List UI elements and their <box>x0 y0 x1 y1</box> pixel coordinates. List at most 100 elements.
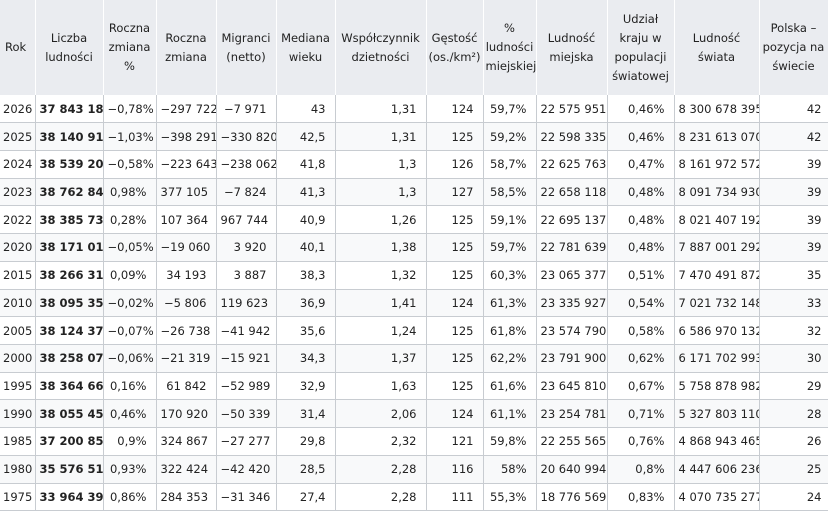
cell-fertility: 1,3 <box>335 178 427 207</box>
cell-urban-pop: 23 065 377 <box>536 261 608 290</box>
cell-median-age: 43 <box>276 95 336 124</box>
cell-urban-pct: 61,6% <box>483 372 537 401</box>
cell-yearly-change-pct: −0,58% <box>103 150 157 179</box>
cell-urban-pop: 22 598 335 <box>536 122 608 151</box>
cell-density: 125 <box>426 233 484 262</box>
cell-migrants: 3 920 <box>216 233 277 262</box>
cell-world-pop: 6 586 970 132 <box>674 316 760 345</box>
cell-population: 33 964 399 <box>35 483 104 511</box>
cell-year: 2000 <box>0 344 36 373</box>
cell-fertility: 2,28 <box>335 455 427 484</box>
cell-migrants: 3 887 <box>216 261 277 290</box>
cell-urban-pct: 58,5% <box>483 178 537 207</box>
cell-migrants: −42 420 <box>216 455 277 484</box>
cell-median-age: 40,1 <box>276 233 336 262</box>
cell-migrants: −52 989 <box>216 372 277 401</box>
cell-median-age: 36,9 <box>276 289 336 318</box>
cell-world-pop: 7 470 491 872 <box>674 261 760 290</box>
cell-population: 35 576 519 <box>35 455 104 484</box>
cell-year: 1995 <box>0 372 36 401</box>
cell-year: 1990 <box>0 399 36 429</box>
cell-population: 37 200 853 <box>35 427 104 456</box>
table-row: 199038 055 4550,46%170 920−50 33931,42,0… <box>0 399 828 429</box>
cell-density: 126 <box>426 150 484 179</box>
cell-median-age: 27,4 <box>276 483 336 511</box>
cell-median-age: 41,3 <box>276 178 336 207</box>
cell-migrants: −7 824 <box>216 178 277 207</box>
cell-median-age: 42,5 <box>276 122 336 151</box>
header-density[interactable]: Gęstość (os./km²) <box>426 0 484 95</box>
header-world-pop[interactable]: Ludność świata <box>674 0 760 95</box>
header-migrants[interactable]: Migranci (netto) <box>216 0 277 95</box>
header-rank[interactable]: Polska – pozycja na świecie <box>759 0 828 95</box>
header-yearly-change[interactable]: Roczna zmiana <box>156 0 217 95</box>
header-urban-pop[interactable]: Ludność miejska <box>536 0 608 95</box>
cell-migrants: −238 062 <box>216 150 277 179</box>
cell-urban-pop: 22 625 763 <box>536 150 608 179</box>
cell-year: 2005 <box>0 316 36 345</box>
header-population[interactable]: Liczba ludności <box>35 0 104 95</box>
cell-yearly-change-pct: 0,9% <box>103 427 157 456</box>
cell-world-pop: 8 091 734 930 <box>674 178 760 207</box>
cell-median-age: 41,8 <box>276 150 336 179</box>
cell-yearly-change: −26 738 <box>156 316 217 345</box>
cell-urban-pop: 22 781 639 <box>536 233 608 262</box>
header-fertility[interactable]: Współczynnik dzietności <box>335 0 427 95</box>
cell-density: 111 <box>426 483 484 511</box>
cell-median-age: 28,5 <box>276 455 336 484</box>
table-row: 198537 200 8530,9%324 867−27 27729,82,32… <box>0 427 828 456</box>
cell-world-pop: 5 758 878 982 <box>674 372 760 401</box>
cell-rank: 32 <box>759 316 828 345</box>
header-yearly-change-pct[interactable]: Roczna zmiana % <box>103 0 157 95</box>
cell-world-share: 0,62% <box>607 344 675 373</box>
cell-urban-pct: 59,1% <box>483 205 537 235</box>
table-row: 201038 095 351−0,02%−5 806119 62336,91,4… <box>0 289 828 318</box>
cell-world-share: 0,71% <box>607 399 675 429</box>
cell-density: 125 <box>426 122 484 151</box>
cell-yearly-change: 324 867 <box>156 427 217 456</box>
cell-world-pop: 4 447 606 236 <box>674 455 760 484</box>
header-urban-pct[interactable]: % ludności miejskiej <box>483 0 537 95</box>
cell-density: 125 <box>426 372 484 401</box>
cell-world-pop: 7 887 001 292 <box>674 233 760 262</box>
table-row: 200038 258 071−0,06%−21 319−15 92134,31,… <box>0 344 828 373</box>
cell-migrants: −31 346 <box>216 483 277 511</box>
cell-yearly-change: 322 424 <box>156 455 217 484</box>
cell-year: 2025 <box>0 122 36 151</box>
cell-world-pop: 4 070 735 277 <box>674 483 760 511</box>
cell-urban-pct: 59,7% <box>483 233 537 262</box>
cell-urban-pct: 59,2% <box>483 122 537 151</box>
cell-population: 38 762 844 <box>35 178 104 207</box>
cell-population: 38 140 910 <box>35 122 104 151</box>
cell-yearly-change: −19 060 <box>156 233 217 262</box>
cell-urban-pct: 58% <box>483 455 537 484</box>
cell-median-age: 32,9 <box>276 372 336 401</box>
cell-migrants: −41 942 <box>216 316 277 345</box>
cell-year: 2026 <box>0 95 36 124</box>
cell-population: 38 095 351 <box>35 289 104 318</box>
cell-urban-pct: 61,8% <box>483 316 537 345</box>
cell-yearly-change: 34 193 <box>156 261 217 290</box>
cell-urban-pct: 61,3% <box>483 289 537 318</box>
cell-year: 1985 <box>0 427 36 456</box>
cell-rank: 30 <box>759 344 828 373</box>
cell-yearly-change-pct: 0,46% <box>103 399 157 429</box>
cell-world-share: 0,48% <box>607 178 675 207</box>
cell-yearly-change: −297 722 <box>156 95 217 124</box>
cell-fertility: 1,63 <box>335 372 427 401</box>
cell-yearly-change-pct: −0,06% <box>103 344 157 373</box>
cell-world-share: 0,54% <box>607 289 675 318</box>
cell-world-share: 0,67% <box>607 372 675 401</box>
header-world-share[interactable]: Udział kraju w populacji światowej <box>607 0 675 95</box>
cell-world-pop: 8 161 972 572 <box>674 150 760 179</box>
cell-urban-pct: 62,2% <box>483 344 537 373</box>
cell-median-age: 31,4 <box>276 399 336 429</box>
cell-world-pop: 6 171 702 993 <box>674 344 760 373</box>
cell-year: 1980 <box>0 455 36 484</box>
header-year[interactable]: Rok <box>0 0 36 95</box>
cell-rank: 39 <box>759 150 828 179</box>
cell-rank: 39 <box>759 233 828 262</box>
header-median-age[interactable]: Mediana wieku <box>276 0 336 95</box>
cell-fertility: 1,32 <box>335 261 427 290</box>
cell-yearly-change: −5 806 <box>156 289 217 318</box>
